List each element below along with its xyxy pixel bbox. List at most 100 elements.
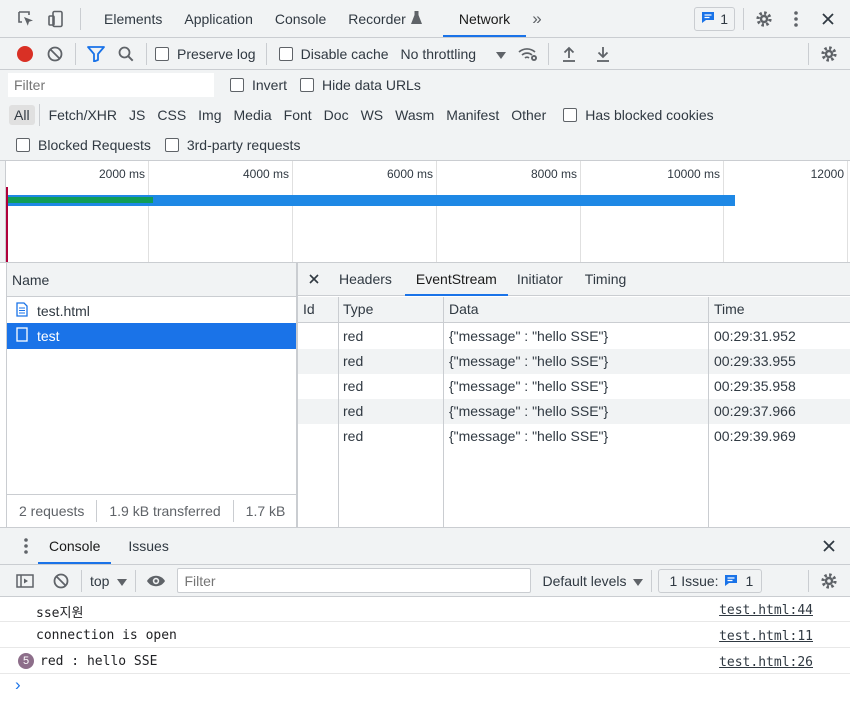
console-source-link[interactable]: test.html:44 xyxy=(719,603,813,618)
filter-doc[interactable]: Doc xyxy=(319,105,354,125)
hide-data-urls-checkbox[interactable]: Hide data URLs xyxy=(300,77,421,93)
tab-elements[interactable]: Elements xyxy=(93,1,173,37)
console-prompt[interactable]: › xyxy=(0,675,850,722)
column-divider[interactable] xyxy=(708,297,709,527)
network-conditions-icon[interactable] xyxy=(516,42,540,66)
filter-font[interactable]: Font xyxy=(279,105,317,125)
live-expression-eye-icon[interactable] xyxy=(144,569,168,593)
close-devtools-icon[interactable] xyxy=(816,7,840,31)
request-row-selected[interactable]: test xyxy=(7,323,297,349)
context-selector[interactable]: top xyxy=(90,573,128,589)
type-filter-bar: All Fetch/XHR JS CSS Img Media Font Doc … xyxy=(0,100,850,130)
console-source-link[interactable]: test.html:26 xyxy=(719,655,813,670)
separator xyxy=(80,7,81,30)
console-filter-input[interactable] xyxy=(177,568,532,593)
close-drawer-icon[interactable] xyxy=(817,534,841,558)
issues-counter-button[interactable]: 1 xyxy=(694,6,735,31)
tab-console[interactable]: Console xyxy=(264,1,337,37)
console-toolbar: top Default levels 1 Issue: 1 xyxy=(0,565,850,596)
has-blocked-cookies-box[interactable] xyxy=(563,108,578,122)
filter-js[interactable]: JS xyxy=(124,105,150,125)
tab-timing[interactable]: Timing xyxy=(581,263,631,296)
name-column-header[interactable]: Name xyxy=(7,263,297,297)
tab-network[interactable]: Network xyxy=(442,1,527,37)
inspect-element-icon[interactable] xyxy=(14,7,38,31)
drawer-tab-issues[interactable]: Issues xyxy=(117,528,179,564)
filter-ws[interactable]: WS xyxy=(356,105,389,125)
filter-input[interactable] xyxy=(8,73,214,97)
table-row[interactable]: red {"message" : "hello SSE"} 00:29:35.9… xyxy=(298,374,850,399)
console-issues-label: 1 Issue: xyxy=(669,572,719,589)
preserve-log-checkbox[interactable]: Preserve log xyxy=(155,46,256,62)
clear-icon[interactable] xyxy=(43,42,67,66)
request-name: test.html xyxy=(37,302,90,319)
column-divider[interactable] xyxy=(443,297,444,527)
drawer-menu-icon[interactable] xyxy=(24,538,28,554)
request-row[interactable]: test.html xyxy=(7,298,297,323)
throttling-select[interactable]: No throttling xyxy=(401,46,507,62)
third-party-box[interactable] xyxy=(164,138,179,152)
tab-initiator[interactable]: Initiator xyxy=(513,263,567,296)
timeline-gridline xyxy=(436,161,437,262)
console-issues-button[interactable]: 1 Issue: 1 xyxy=(657,568,763,593)
close-detail-icon[interactable] xyxy=(309,274,319,284)
tab-eventstream[interactable]: EventStream xyxy=(404,263,508,296)
more-tabs-icon[interactable]: » xyxy=(532,9,541,29)
preserve-log-box[interactable] xyxy=(155,46,169,61)
record-button[interactable] xyxy=(17,45,33,62)
drawer-tab-bar: Console Issues xyxy=(0,528,850,564)
tab-application[interactable]: Application xyxy=(173,1,264,37)
disable-cache-box[interactable] xyxy=(278,46,293,61)
import-har-icon[interactable] xyxy=(557,42,581,66)
filter-funnel-icon[interactable] xyxy=(84,42,108,66)
column-header-type[interactable]: Type xyxy=(343,301,373,317)
timeline-overview[interactable]: 2000 ms 4000 ms 6000 ms 8000 ms 10000 ms… xyxy=(5,161,850,262)
has-blocked-cookies-checkbox[interactable]: Has blocked cookies xyxy=(563,107,714,123)
request-list-status-bar: 2 requests 1.9 kB transferred 1.7 kB xyxy=(7,494,297,527)
third-party-checkbox[interactable]: 3rd-party requests xyxy=(164,137,300,153)
filter-other[interactable]: Other xyxy=(506,105,551,125)
settings-icon[interactable] xyxy=(752,7,776,31)
filter-fetch-xhr[interactable]: Fetch/XHR xyxy=(44,105,122,125)
disable-cache-checkbox[interactable]: Disable cache xyxy=(278,46,389,62)
timeline-bar-green xyxy=(5,197,153,203)
event-type: red xyxy=(343,353,364,369)
invert-checkbox[interactable]: Invert xyxy=(230,77,287,93)
device-toolbar-icon[interactable] xyxy=(44,7,68,31)
filter-all[interactable]: All xyxy=(9,105,35,125)
filter-manifest[interactable]: Manifest xyxy=(441,105,504,125)
blocked-requests-box[interactable] xyxy=(16,138,30,152)
tab-recorder[interactable]: Recorder xyxy=(337,1,433,37)
table-row[interactable]: red {"message" : "hello SSE"} 00:29:37.9… xyxy=(298,399,850,424)
filter-img[interactable]: Img xyxy=(193,105,226,125)
network-settings-icon[interactable] xyxy=(817,42,841,66)
event-time: 00:29:39.969 xyxy=(714,428,796,444)
filter-media[interactable]: Media xyxy=(229,105,277,125)
filter-wasm[interactable]: Wasm xyxy=(390,105,439,125)
drawer-tab-console[interactable]: Console xyxy=(38,528,112,564)
console-source-link[interactable]: test.html:11 xyxy=(719,629,813,644)
console-settings-icon[interactable] xyxy=(817,569,841,593)
table-row[interactable]: red {"message" : "hello SSE"} 00:29:33.9… xyxy=(298,349,850,374)
log-levels-select[interactable]: Default levels xyxy=(542,573,643,589)
search-icon[interactable] xyxy=(114,42,138,66)
network-toolbar: Preserve log Disable cache No throttling xyxy=(0,38,850,69)
tab-headers[interactable]: Headers xyxy=(339,263,392,296)
column-header-time[interactable]: Time xyxy=(714,301,745,317)
column-header-id[interactable]: Id xyxy=(303,301,315,317)
more-options-icon[interactable] xyxy=(784,7,808,31)
hide-data-urls-box[interactable] xyxy=(300,78,315,92)
clear-console-icon[interactable] xyxy=(49,569,73,593)
name-column-label: Name xyxy=(12,272,50,288)
sidebar-toggle-icon[interactable] xyxy=(13,569,37,593)
message-icon xyxy=(701,11,715,27)
blocked-requests-checkbox[interactable]: Blocked Requests xyxy=(16,137,151,153)
filter-css[interactable]: CSS xyxy=(152,105,191,125)
table-row[interactable]: red {"message" : "hello SSE"} 00:29:39.9… xyxy=(298,424,850,449)
column-header-data[interactable]: Data xyxy=(449,301,479,317)
column-divider[interactable] xyxy=(338,297,339,527)
separator xyxy=(135,569,137,592)
export-har-icon[interactable] xyxy=(591,42,615,66)
invert-box[interactable] xyxy=(230,78,244,92)
table-row[interactable]: red {"message" : "hello SSE"} 00:29:31.9… xyxy=(298,324,850,349)
